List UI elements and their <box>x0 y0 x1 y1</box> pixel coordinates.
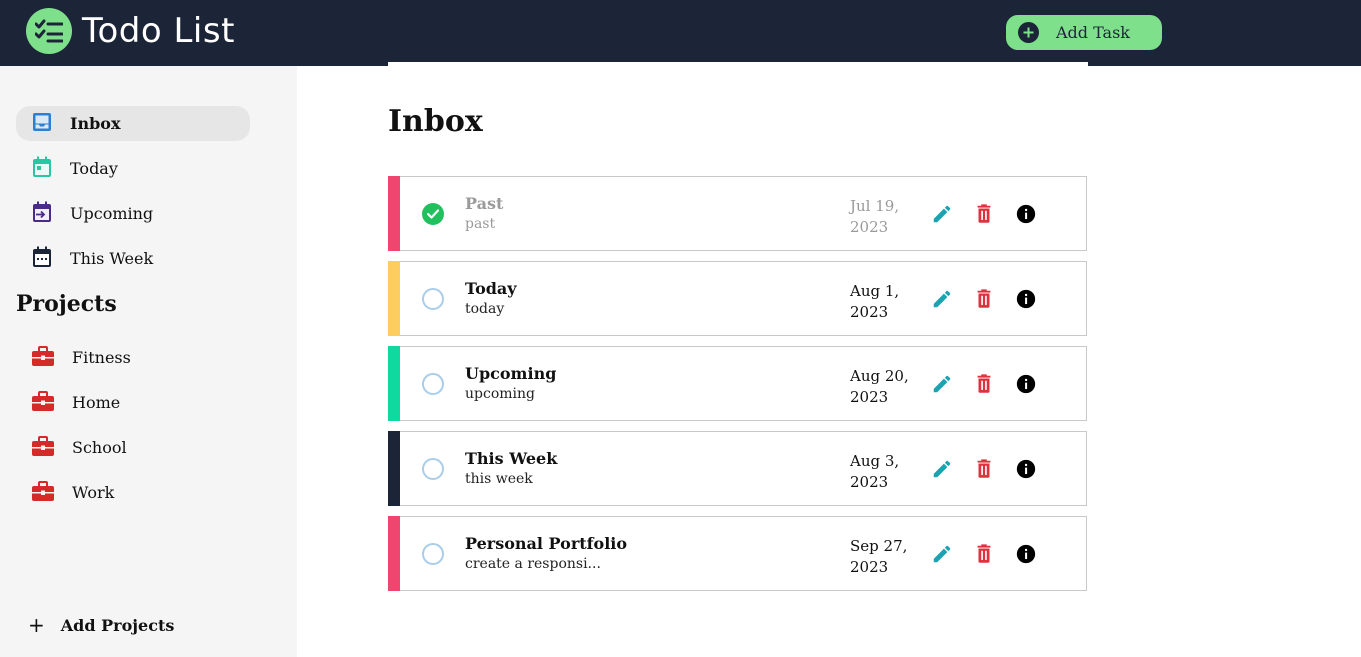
add-projects-label: Add Projects <box>60 615 175 635</box>
project-label: Fitness <box>72 348 131 367</box>
sidebar-item-this-week[interactable]: This Week <box>16 241 250 276</box>
task-item: This Week this week Aug 3, 2023 <box>388 431 1087 506</box>
trash-icon[interactable] <box>973 458 995 480</box>
plus-icon: + <box>28 613 45 637</box>
pencil-icon[interactable] <box>931 458 953 480</box>
priority-stripe <box>388 346 400 421</box>
task-title: Past <box>465 194 504 213</box>
projects-heading: Projects <box>16 291 117 317</box>
sidebar-item-label: Upcoming <box>70 204 154 223</box>
info-icon[interactable] <box>1015 288 1037 310</box>
sidebar-item-label: Today <box>70 159 118 178</box>
checkbox-circle[interactable] <box>422 543 444 565</box>
task-title: Upcoming <box>465 364 557 383</box>
task-item: Today today Aug 1, 2023 <box>388 261 1087 336</box>
briefcase-icon <box>32 435 54 460</box>
trash-icon[interactable] <box>973 373 995 395</box>
pencil-icon[interactable] <box>931 203 953 225</box>
calendar-week-icon <box>32 246 52 272</box>
checklist-logo-icon <box>26 8 72 54</box>
briefcase-icon <box>32 345 54 370</box>
info-icon[interactable] <box>1015 458 1037 480</box>
add-task-button[interactable]: Add Task <box>1006 15 1162 50</box>
task-description: this week <box>465 471 533 487</box>
sidebar-item-today[interactable]: Today <box>16 151 250 186</box>
brand: Todo List <box>26 8 235 54</box>
task-date: Jul 19, 2023 <box>850 197 900 236</box>
task-title: Personal Portfolio <box>465 534 628 553</box>
briefcase-icon <box>32 390 54 415</box>
info-icon[interactable] <box>1015 543 1037 565</box>
task-item: Personal Portfolio create a responsi... … <box>388 516 1087 591</box>
sidebar-project-work[interactable]: Work <box>16 475 250 510</box>
sidebar-project-home[interactable]: Home <box>16 385 250 420</box>
add-task-label: Add Task <box>1056 23 1130 42</box>
priority-stripe <box>388 431 400 506</box>
calendar-today-icon <box>32 156 52 182</box>
task-description: past <box>465 216 496 232</box>
task-date: Aug 20, 2023 <box>850 367 909 406</box>
info-icon[interactable] <box>1015 203 1037 225</box>
sidebar-project-school[interactable]: School <box>16 430 250 465</box>
task-date: Sep 27, 2023 <box>850 537 908 576</box>
project-label: School <box>72 438 127 457</box>
project-label: Home <box>72 393 121 412</box>
content-top-divider <box>388 62 1088 66</box>
sidebar-item-inbox[interactable]: Inbox <box>16 106 250 141</box>
task-date: Aug 3, 2023 <box>850 452 900 491</box>
task-date: Aug 1, 2023 <box>850 282 900 321</box>
priority-stripe <box>388 176 400 251</box>
trash-icon[interactable] <box>973 543 995 565</box>
project-label: Work <box>72 483 115 502</box>
briefcase-icon <box>32 480 54 505</box>
plus-circle-icon <box>1018 22 1039 43</box>
priority-stripe <box>388 516 400 591</box>
sidebar-item-upcoming[interactable]: Upcoming <box>16 196 250 231</box>
checkbox-circle[interactable] <box>422 458 444 480</box>
sidebar-item-label: This Week <box>70 249 154 268</box>
inbox-icon <box>32 112 52 136</box>
pencil-icon[interactable] <box>931 373 953 395</box>
info-icon[interactable] <box>1015 373 1037 395</box>
task-description: upcoming <box>465 386 535 402</box>
task-description: create a responsi... <box>465 556 601 572</box>
pencil-icon[interactable] <box>931 288 953 310</box>
page-title: Inbox <box>388 104 483 139</box>
sidebar-item-label: Inbox <box>70 114 121 133</box>
task-item: Past past Jul 19, 2023 <box>388 176 1087 251</box>
sidebar-project-fitness[interactable]: Fitness <box>16 340 250 375</box>
checkbox-circle[interactable] <box>422 373 444 395</box>
priority-stripe <box>388 261 400 336</box>
trash-icon[interactable] <box>973 288 995 310</box>
calendar-upcoming-icon <box>32 201 52 227</box>
completed-check-icon[interactable] <box>422 203 444 225</box>
task-title: Today <box>465 279 517 298</box>
app-title: Todo List <box>82 11 235 51</box>
task-description: today <box>465 301 505 317</box>
add-projects-button[interactable]: + Add Projects <box>28 615 174 635</box>
app-header: Todo List Add Task <box>0 0 1361 66</box>
checkbox-circle[interactable] <box>422 288 444 310</box>
task-item: Upcoming upcoming Aug 20, 2023 <box>388 346 1087 421</box>
task-title: This Week <box>465 449 558 468</box>
sidebar: Inbox Today Upcoming This Week Projects … <box>0 66 297 657</box>
pencil-icon[interactable] <box>931 543 953 565</box>
trash-icon[interactable] <box>973 203 995 225</box>
